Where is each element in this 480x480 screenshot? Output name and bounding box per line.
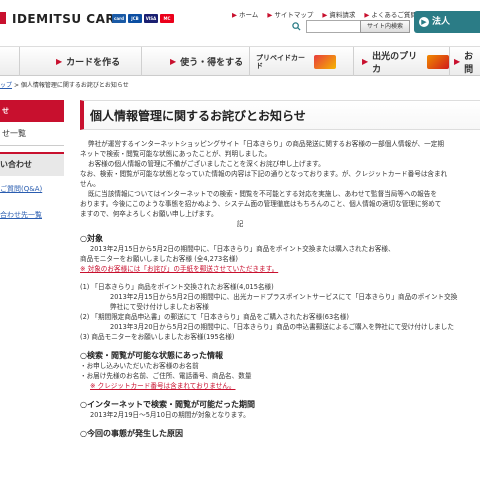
search-button[interactable]: サイト内検索 bbox=[360, 20, 410, 33]
card-brand-icon: card bbox=[112, 14, 126, 23]
nav-item-make-card[interactable]: ▶ カードを作る bbox=[20, 47, 142, 76]
sub-item: (2) 「期間限定商品申込書」の郵送にて「日本きらり」商品をご購入されたお客様(… bbox=[80, 313, 349, 321]
global-nav: ▶ カードを作る ▶ 使う・得をする プリペイドカード ▶ 出光のプリカ ▶ お問 bbox=[0, 46, 480, 76]
top-link-sitemap[interactable]: ▶ サイトマップ bbox=[267, 9, 313, 19]
section-info: ○検索・閲覧が可能な状態にあった情報 ・お申し込みいただいたお客様のお名前 ・お… bbox=[80, 350, 480, 391]
section-heading: ○検索・閲覧が可能な状態にあった情報 bbox=[80, 351, 223, 360]
visa-icon: VISA bbox=[144, 14, 158, 23]
search-icon bbox=[292, 22, 301, 31]
ki-label: 記 bbox=[236, 220, 244, 228]
breadcrumb: ップ > 個人情報管理に関するお詫びとお知らせ bbox=[0, 80, 129, 89]
breadcrumb-current: 個人情報管理に関するお詫びとお知らせ bbox=[20, 82, 129, 89]
sub-item-detail: 弊社にて受け付けしましたお客様 bbox=[110, 303, 209, 311]
sidebar-link-contact-list[interactable]: 合わせ先一覧 bbox=[0, 210, 64, 220]
top-link-home[interactable]: ▶ ホーム bbox=[232, 9, 258, 19]
section-cause: ○今回の事態が発生した原因 bbox=[80, 428, 480, 439]
site-logo-text[interactable]: IDEMITSU CARD bbox=[12, 12, 126, 26]
intro-line: 既に当該情報についてはインターネットでの検索・閲覧を不可能とする対応を実施し、あ… bbox=[88, 190, 437, 198]
sidebar-item-news-list[interactable]: せ一覧 bbox=[0, 122, 64, 146]
section-line: 2013年2月15日から5月2日の期間中に、「日本きらり」商品をポイント交換また… bbox=[90, 245, 395, 253]
card-brand-logos: card JCB VISA MC bbox=[112, 14, 174, 23]
mastercard-icon: MC bbox=[160, 14, 174, 23]
idemitsu-logo-icon[interactable] bbox=[0, 12, 6, 24]
section-period: ○インターネットで検索・閲覧が可能だった期間 2013年2月19日～5月10日の… bbox=[80, 399, 480, 420]
intro-text: 弊社が運営するインターネットショッピングサイト「日本きらり」の商品発送に関するお… bbox=[80, 139, 480, 229]
section-heading: ○今回の事態が発生した原因 bbox=[80, 429, 183, 438]
arrow-icon: ▶ bbox=[267, 11, 273, 19]
section-heading: ○対象 bbox=[80, 234, 103, 243]
section-target: ○対象 2013年2月15日から5月2日の期間中に、「日本きらり」商品をポイント… bbox=[80, 233, 480, 342]
prica-card-icon bbox=[426, 54, 449, 69]
jcb-icon: JCB bbox=[128, 14, 142, 23]
arrow-icon: ▶ bbox=[56, 57, 63, 66]
breadcrumb-home[interactable]: ップ bbox=[0, 82, 12, 89]
section-note: ※ 対象のお客様には「お詫び」の手紙を郵送させていただきます。 bbox=[80, 265, 279, 273]
arrow-icon: ▶ bbox=[232, 11, 237, 19]
section-line: 2013年2月19日～5月10日の期間が対象となります。 bbox=[90, 411, 250, 419]
arrow-icon: ▶ bbox=[364, 11, 370, 19]
intro-line: せん。 bbox=[80, 180, 100, 188]
corporate-button[interactable]: ▶ 法人 bbox=[414, 11, 480, 33]
page-title: 個人情報管理に関するお詫びとお知らせ bbox=[80, 100, 480, 130]
breadcrumb-separator: > bbox=[13, 82, 19, 89]
sub-item: (1) 「日本きらり」商品をポイント交換されたお客様(4,015名様) bbox=[80, 283, 274, 291]
intro-line: 弊社が運営するインターネットショッピングサイト「日本きらり」の商品発送に関するお… bbox=[88, 140, 444, 148]
section-line: ・お届け先様のお名前、ご住所、電話番号、商品名、数量 bbox=[80, 372, 252, 380]
top-links: ▶ ホーム ▶ サイトマップ ▶ 資料請求 ▶ よくあるご質問(Q&A) bbox=[232, 9, 437, 19]
section-line: ・お申し込みいただいたお客様のお名前 bbox=[80, 362, 199, 370]
intro-line: ますので、何卒よろしくお願い申し上げます。 bbox=[80, 210, 218, 218]
arrow-circle-icon: ▶ bbox=[419, 17, 429, 27]
nav-item-prepaid[interactable]: プリペイドカード bbox=[250, 47, 354, 76]
section-line: 商品モニターをお願いしましたお客様 (全4,273名様) bbox=[80, 255, 238, 263]
sidebar-heading-news: せ bbox=[0, 100, 64, 122]
top-link-brochure[interactable]: ▶ 資料請求 bbox=[322, 9, 355, 19]
site-header: IDEMITSU CARD card JCB VISA MC ▶ ホーム ▶ サイト… bbox=[0, 0, 480, 46]
nav-item-edge[interactable] bbox=[0, 47, 20, 76]
arrow-icon: ▶ bbox=[362, 57, 369, 66]
sub-item: (3) 商品モニターをお願いしましたお客様(195名様) bbox=[80, 333, 235, 341]
sidebar-link-faq[interactable]: ご質問(Q&A) bbox=[0, 184, 64, 194]
nav-item-contact[interactable]: ▶ お問 bbox=[450, 47, 480, 76]
sidebar: せ せ一覧 い合わせ ご質問(Q&A) 合わせ先一覧 bbox=[0, 100, 64, 220]
sidebar-heading-contact: い合わせ bbox=[0, 152, 64, 176]
intro-line: おります。今後にこのような事態を招かぬよう、システム面の管理徹底はもちろんのこと… bbox=[80, 200, 442, 208]
sub-item-detail: 2013年2月15日から5月2日の期間中に、出光カードプラスポイントサービスにて… bbox=[110, 293, 458, 301]
section-note: ※ クレジットカード番号は含まれておりません。 bbox=[90, 382, 236, 390]
main-content: 個人情報管理に関するお詫びとお知らせ 弊社が運営するインターネットショッピングサ… bbox=[80, 100, 480, 439]
arrow-icon: ▶ bbox=[322, 11, 328, 19]
arrow-icon: ▶ bbox=[170, 57, 177, 66]
section-heading: ○インターネットで検索・閲覧が可能だった期間 bbox=[80, 400, 255, 409]
prepaid-card-icon bbox=[314, 54, 336, 69]
sub-item-detail: 2013年3月20日から5月2日の期間中に、「日本きらり」商品の申込書郵送による… bbox=[110, 323, 454, 331]
nav-item-use-card[interactable]: ▶ 使う・得をする bbox=[142, 47, 250, 76]
intro-line: ネットで検索・閲覧可能な状態にあったことが、判明しました。 bbox=[80, 150, 272, 158]
intro-line: なお、検索・閲覧が可能な状態となっていた情報の内容は下記の通りとなっております。… bbox=[80, 170, 448, 178]
arrow-icon: ▶ bbox=[454, 57, 461, 66]
nav-item-prica[interactable]: ▶ 出光のプリカ bbox=[354, 47, 450, 76]
intro-line: お客様の個人情報の管理に不備がございましたことを深くお詫び申し上げます。 bbox=[88, 160, 325, 168]
